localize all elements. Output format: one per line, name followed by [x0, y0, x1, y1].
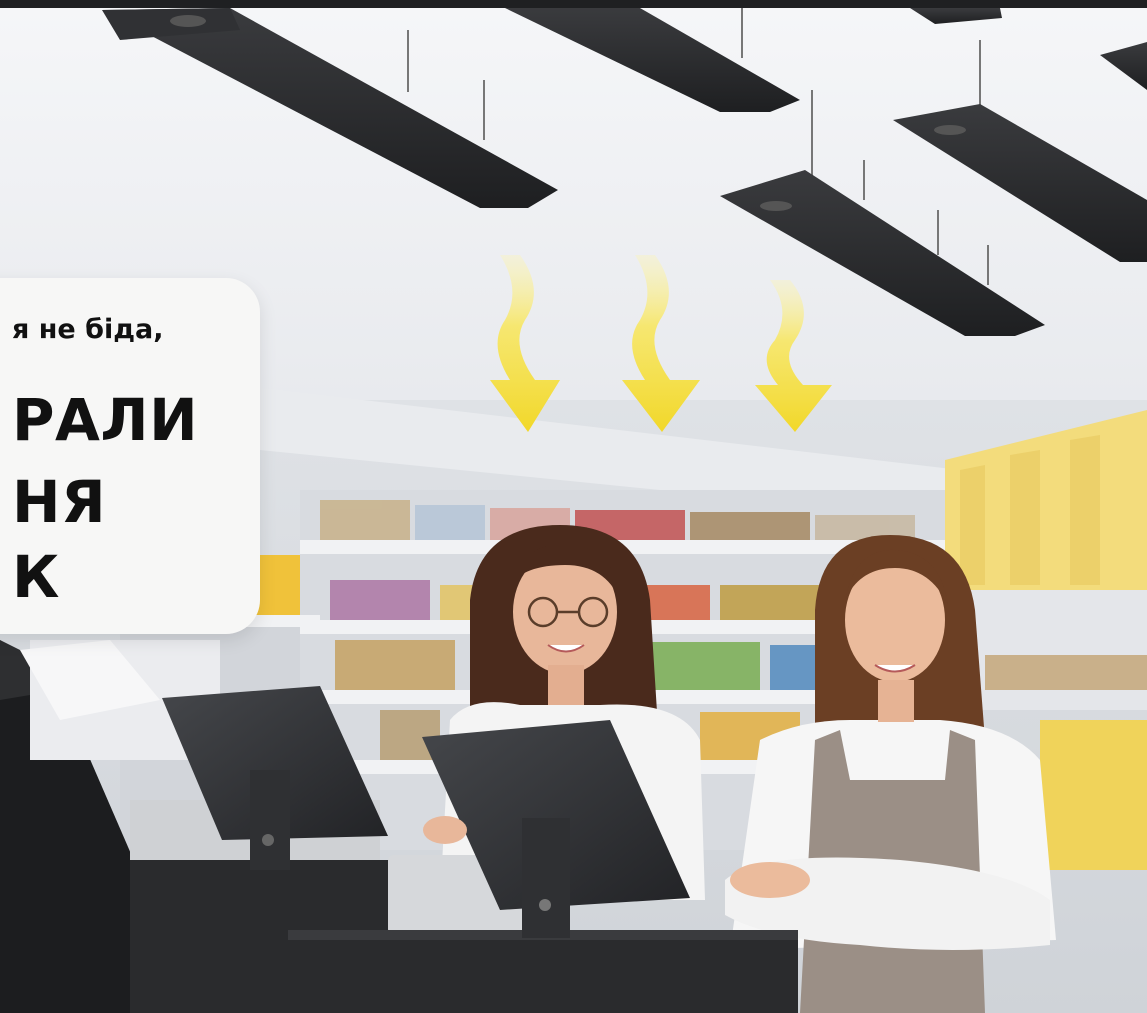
promo-line-1: я не біда,: [12, 314, 164, 345]
promo-callout-box: я не біда, РАЛИ НЯ К: [0, 278, 260, 634]
promo-line-3: НЯ: [12, 468, 107, 536]
promo-line-4: К: [12, 543, 60, 611]
promo-line-2: РАЛИ: [12, 386, 199, 454]
